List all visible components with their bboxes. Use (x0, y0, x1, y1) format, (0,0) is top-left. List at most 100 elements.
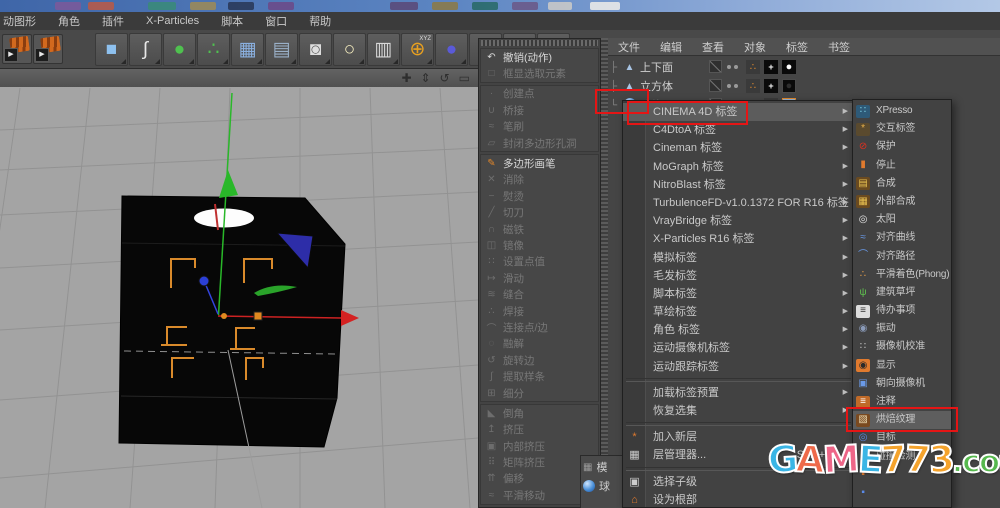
visibility-dots[interactable] (727, 79, 738, 92)
tag-menu-item[interactable]: X-Particles R16 标签 ▶ (623, 230, 854, 248)
menubar-item-5[interactable]: 窗口 (254, 13, 298, 29)
tag-submenu-item[interactable]: ▦ 外部合成 (853, 193, 951, 211)
om-menu-0[interactable]: 文件 (608, 39, 650, 55)
visibility-toggle[interactable] (709, 79, 722, 92)
tag-submenu-item[interactable]: ▪ (853, 484, 951, 502)
origin-handle[interactable] (221, 313, 227, 319)
pan-view-icon[interactable]: ✚ (401, 71, 411, 85)
object-row-上下面[interactable]: ├ ▲ 上下面 ∴ + ● (610, 58, 998, 76)
tag-submenu-item[interactable]: ▣ 朝向摄像机 (853, 375, 951, 393)
tag-submenu-item[interactable]: ϟ 碰撞检测 (853, 448, 951, 466)
tag-menu-item[interactable]: ▦ 层管理器... Shift+F4 (623, 446, 854, 464)
menubar-item-6[interactable]: 帮助 (298, 13, 342, 29)
make-editable-button[interactable]: ● (163, 33, 196, 66)
tag-menu-item[interactable]: 运动跟踪标签 ▶ (623, 358, 854, 376)
tag-menu-item[interactable]: 草绘标签 ▶ (623, 303, 854, 321)
tag-submenu-item[interactable]: ≈ 对齐曲线 (853, 229, 951, 247)
tag-submenu-item[interactable]: ◎ 太阳 (853, 211, 951, 229)
light-button[interactable]: ○ (333, 33, 366, 66)
tag-submenu-item[interactable]: ≡ 注释 (853, 393, 951, 411)
tag-menu-item[interactable]: 脚本标签 ▶ (623, 285, 854, 303)
tag-bcirc-icon[interactable]: ● (782, 79, 796, 93)
tag-menu-item[interactable]: C4DtoA 标签 ▶ (623, 121, 854, 139)
cube-primitive-button[interactable]: ■ (95, 33, 128, 66)
visibility-toggle[interactable] (709, 60, 722, 73)
array-cubes-button[interactable]: ▦ (231, 33, 264, 66)
y-axis-arrow[interactable] (219, 170, 238, 198)
tag-submenu-item[interactable]: ∷ 摄像机校准 (853, 338, 951, 356)
coordinates-button[interactable]: ⊕ XYZ (401, 33, 434, 66)
tag-cross-icon[interactable]: + (764, 79, 778, 93)
tag-menu-item[interactable]: NitroBlast 标签 ▶ (623, 176, 854, 194)
object-row-立方体[interactable]: ├ ▲ 立方体 ∴ + ● (610, 77, 998, 95)
z-axis-handle[interactable] (198, 275, 210, 287)
visibility-dots[interactable] (727, 60, 738, 73)
tag-menu-item[interactable]: TurbulenceFD-v1.0.1372 FOR R16 标签 ▶ (623, 194, 854, 212)
tag-menu-item[interactable]: 角色 标签 ▶ (623, 321, 854, 339)
xpresso-window-button[interactable]: ▥ (367, 33, 400, 66)
render-settings-button[interactable]: ▶ (33, 34, 63, 64)
viewport-canvas[interactable] (0, 87, 479, 508)
tag-submenu-item[interactable]: ∷ XPresso (853, 102, 951, 120)
menubar-item-1[interactable]: 角色 (47, 13, 91, 29)
menubar-item-0[interactable]: 动图形 (0, 13, 47, 29)
tag-submenu-item[interactable]: ≡ 待办事项 (853, 302, 951, 320)
tag-submenu-item[interactable]: ⊘ 保护 (853, 138, 951, 156)
x-axis-arrow[interactable] (341, 310, 359, 326)
tag-menu-item[interactable]: VrayBridge 标签 ▶ (623, 212, 854, 230)
tag-submenu-item[interactable]: * 交互标签 (853, 120, 951, 138)
tag-submenu-item[interactable]: ▪ (853, 466, 951, 484)
object-name[interactable]: 上下面 (640, 59, 673, 75)
tag-submenu-item[interactable]: ⌒ 对齐路径 (853, 248, 951, 266)
om-menu-1[interactable]: 编辑 (650, 39, 692, 55)
generator-cluster-button[interactable]: ∴ (197, 33, 230, 66)
toggle-view-icon[interactable]: ▭ (459, 71, 470, 85)
tag-menu-item[interactable]: ▣ 选择子级 (623, 473, 854, 491)
tag-submenu-item[interactable]: ◉ 显示 (853, 357, 951, 375)
tag-menu-item[interactable]: MoGraph 标签 ▶ (623, 158, 854, 176)
tag-submenu-item[interactable]: ▧ 烘焙纹理 (853, 411, 951, 430)
menubar-item-2[interactable]: 插件 (91, 13, 135, 29)
camera-button[interactable]: ◙ (299, 33, 332, 66)
tag-menu-item[interactable]: 加载标签预置 ▶ (623, 384, 854, 402)
om-menu-4[interactable]: 标签 (776, 39, 818, 55)
tag-wcirc-icon[interactable]: ● (782, 60, 796, 74)
object-name[interactable]: 立方体 (640, 78, 673, 94)
rotate-view-icon[interactable]: ↺ (440, 71, 450, 85)
om-menu-2[interactable]: 查看 (692, 39, 734, 55)
tag-dots-icon[interactable]: ∴ (746, 60, 760, 74)
menu-tearoff-grip[interactable] (481, 40, 598, 46)
spline-pen-button[interactable]: ∫ (129, 33, 162, 66)
render-view-button[interactable]: ▶ (2, 34, 32, 64)
floor-button[interactable]: ▤ (265, 33, 298, 66)
tag-submenu-item[interactable]: ▤ 合成 (853, 175, 951, 193)
menubar-item-4[interactable]: 脚本 (210, 13, 254, 29)
tag-menu-item[interactable]: Cineman 标签 ▶ (623, 139, 854, 157)
tag-menu-item[interactable]: 模拟标签 ▶ (623, 249, 854, 267)
tag-dots-icon[interactable]: ∴ (746, 79, 760, 93)
tag-menu-item[interactable]: 毛发标签 ▶ (623, 267, 854, 285)
material-label[interactable]: 球 (599, 478, 610, 494)
tag-menu-item[interactable]: 运动摄像机标签 ▶ (623, 339, 854, 357)
menubar-item-3[interactable]: X-Particles (135, 15, 210, 27)
tag-menu-item[interactable]: ⌂ 设为根部 (623, 491, 854, 507)
tag-menu-item[interactable]: CINEMA 4D 标签 ▶ (623, 103, 854, 122)
tool-menu-item[interactable]: ✎ 多边形画笔 (481, 155, 598, 171)
tag-submenu-item[interactable]: ψ 建筑草坪 (853, 284, 951, 302)
tag-menu-item[interactable]: 恢复选集 ▶ (623, 402, 854, 420)
zoom-view-icon[interactable]: ⇕ (421, 71, 431, 85)
tool-menu-item[interactable]: ↶ 撤销(动作) (481, 49, 598, 65)
x-axis-handle[interactable] (253, 311, 263, 321)
panel-grip[interactable] (601, 38, 608, 508)
om-menu-3[interactable]: 对象 (734, 39, 776, 55)
tag-submenu-item[interactable]: ∴ 平滑着色(Phong) (853, 266, 951, 284)
shader-ball-button[interactable]: ● (435, 33, 468, 66)
tag-submenu-item[interactable]: ◎ 目标 (853, 429, 951, 447)
material-sphere-icon[interactable] (583, 480, 595, 492)
tag-cross-icon[interactable]: + (764, 60, 778, 74)
tag-submenu-item[interactable]: ▮ 停止 (853, 157, 951, 175)
tag-submenu-item[interactable]: ◉ 振动 (853, 320, 951, 338)
tag-menu-item[interactable]: * 加入新层 (623, 428, 854, 446)
material-manager-mode-label[interactable]: 模 (596, 459, 607, 475)
om-menu-5[interactable]: 书签 (818, 39, 860, 55)
